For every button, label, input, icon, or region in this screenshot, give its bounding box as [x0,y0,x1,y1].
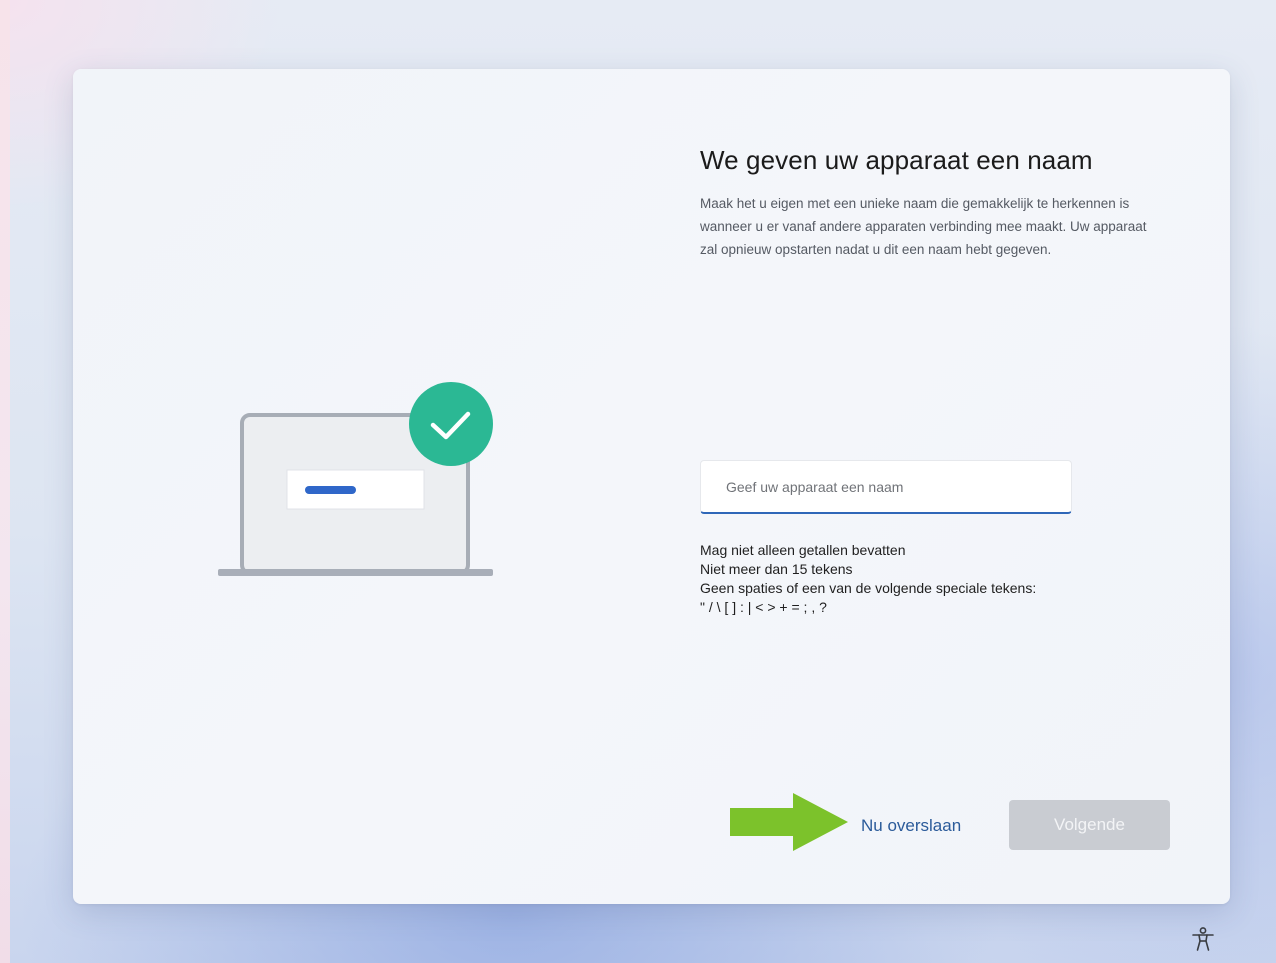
page-title: We geven uw apparaat een naam [700,145,1093,175]
laptop-with-checkmark-icon [218,379,498,579]
device-name-input[interactable] [700,460,1072,514]
rule-item: " / \ [ ] : | < > + = ; , ? [700,599,827,615]
skip-button[interactable]: Nu overslaan [853,810,969,842]
background-edge [0,0,10,963]
content-column: We geven uw apparaat een naam Maak het u… [700,144,1180,261]
rule-item: Geen spaties of een van de volgende spec… [700,580,1037,596]
rule-item: Mag niet alleen getallen bevatten [700,542,906,558]
setup-dialog: We geven uw apparaat een naam Maak het u… [73,69,1230,904]
accessibility-icon[interactable] [1190,926,1216,952]
naming-rules: Mag niet alleen getallen bevatten Niet m… [700,541,1036,617]
next-button[interactable]: Volgende [1009,800,1170,850]
arrow-right-icon [730,792,848,852]
page-description: Maak het u eigen met een unieke naam die… [700,196,1147,257]
rule-item: Niet meer dan 15 tekens [700,561,853,577]
